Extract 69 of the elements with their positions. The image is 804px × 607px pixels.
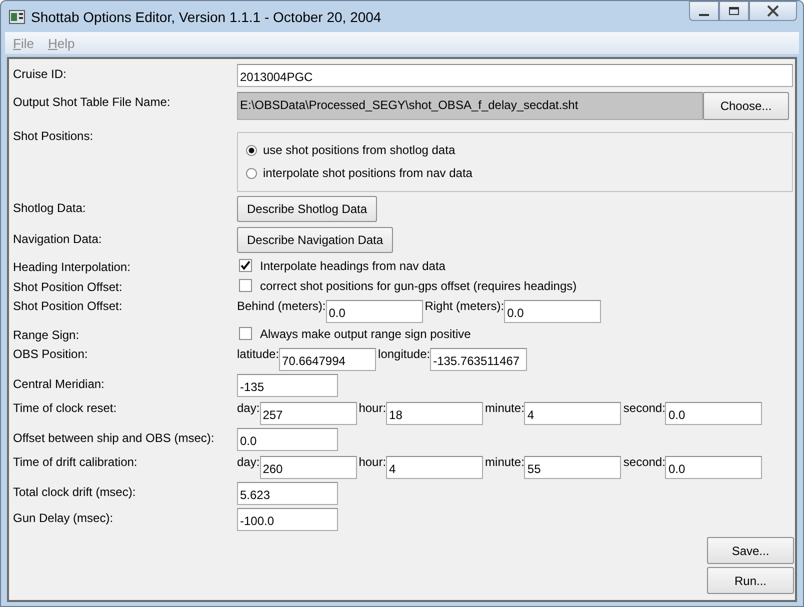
text-field[interactable]: 0.0: [237, 428, 338, 451]
field-label: second:: [623, 454, 666, 470]
field-label: Central Meridian:: [13, 376, 106, 392]
text-field[interactable]: 257: [260, 402, 357, 425]
radio-label[interactable]: interpolate shot positions from nav data: [263, 166, 472, 180]
field-label: Time of clock reset:: [13, 400, 118, 416]
action-button[interactable]: Run...: [707, 567, 794, 594]
field-label: Range Sign:: [13, 327, 80, 343]
radio-button[interactable]: [246, 168, 257, 178]
window-title: Shottab Options Editor, Version 1.1.1 - October 20, 2004: [31, 8, 382, 24]
minimize-button[interactable]: [689, 1, 719, 21]
field-label: hour:: [358, 454, 386, 470]
field-label: minute:: [485, 400, 524, 416]
text-field[interactable]: 4: [524, 402, 622, 425]
text-field[interactable]: 4: [386, 456, 484, 479]
field-label: Offset between ship and OBS (msec):: [13, 430, 216, 446]
checkbox-label[interactable]: Always make output range sign positive: [260, 326, 471, 342]
text-field[interactable]: 70.6647994: [279, 348, 376, 371]
maximize-icon: [728, 6, 740, 16]
field-label: Shot Position Offset:: [13, 298, 124, 314]
file-path-field[interactable]: E:\OBSData\Processed_SEGY\shot_OBSA_f_delay_secdat.sht: [237, 92, 703, 120]
field-label: longitude:: [378, 346, 430, 362]
checkbox-label[interactable]: Interpolate headings from nav data: [260, 258, 446, 274]
text-field[interactable]: -100.0: [237, 508, 338, 531]
field-label: Total clock drift (msec):: [13, 484, 137, 500]
text-field[interactable]: 0.0: [665, 456, 762, 479]
field-label: Behind (meters):: [237, 298, 326, 314]
field-label: Shotlog Data:: [13, 200, 87, 216]
text-field[interactable]: 0.0: [665, 402, 762, 425]
maximize-button[interactable]: [719, 1, 749, 21]
checkbox[interactable]: [239, 259, 252, 272]
text-field[interactable]: 0.0: [504, 300, 602, 323]
field-label: Output Shot Table File Name:: [13, 94, 172, 110]
text-field[interactable]: 5.623: [237, 482, 338, 505]
field-label: OBS Position:: [13, 346, 89, 362]
text-field[interactable]: 55: [524, 456, 622, 479]
radio-button[interactable]: [246, 144, 257, 156]
radio-label[interactable]: use shot positions from shotlog data: [263, 143, 456, 157]
field-label: Time of drift calibration:: [13, 454, 138, 470]
close-icon: [766, 5, 780, 17]
field-label: second:: [623, 400, 666, 416]
checkbox[interactable]: [239, 327, 252, 340]
text-field[interactable]: 260: [260, 456, 357, 479]
choose-button[interactable]: Choose...: [703, 92, 789, 120]
field-label: Shot Position Offset:: [13, 279, 124, 295]
close-button[interactable]: [749, 1, 797, 21]
text-field[interactable]: 18: [386, 402, 484, 425]
field-label: day:: [237, 454, 260, 470]
field-label: minute:: [485, 454, 524, 470]
field-label: Navigation Data:: [13, 231, 103, 247]
text-field[interactable]: 2013004PGC: [237, 64, 793, 87]
describe-button[interactable]: Describe Shotlog Data: [237, 196, 378, 222]
field-label: Shot Positions:: [13, 128, 94, 144]
text-field[interactable]: -135.763511467: [430, 348, 528, 371]
field-label: day:: [237, 400, 260, 416]
field-label: Gun Delay (msec):: [13, 510, 114, 526]
field-label: Cruise ID:: [13, 66, 68, 82]
checkbox-label[interactable]: correct shot positions for gun-gps offset (requires headings): [260, 278, 577, 294]
field-label: Right (meters):: [424, 298, 504, 314]
field-label: Heading Interpolation:: [13, 259, 132, 275]
window-icon: [9, 10, 25, 24]
minimize-icon: [699, 14, 709, 16]
describe-button[interactable]: Describe Navigation Data: [237, 227, 394, 253]
action-button[interactable]: Save...: [707, 537, 794, 564]
field-label: hour:: [358, 400, 386, 416]
text-field[interactable]: 0.0: [326, 300, 423, 323]
text-field[interactable]: -135: [237, 374, 338, 397]
field-label: latitude:: [237, 346, 280, 362]
checkbox[interactable]: [239, 279, 252, 292]
